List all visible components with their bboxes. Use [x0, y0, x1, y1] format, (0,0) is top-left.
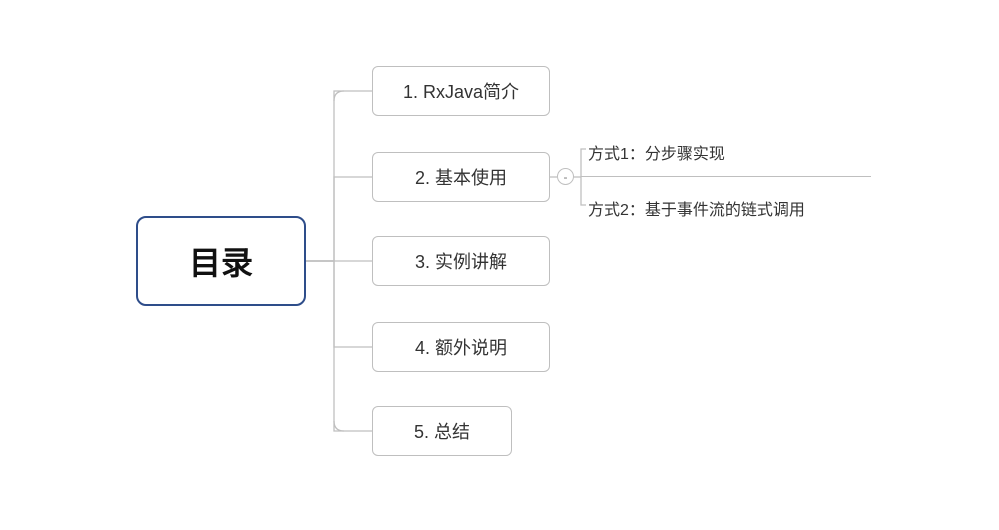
subnode-method1[interactable]: 方式1：分步骤实现	[588, 140, 725, 164]
node-label: 5. 总结	[414, 418, 470, 444]
node-label: 2. 基本使用	[415, 164, 507, 190]
subnode-method2[interactable]: 方式2：基于事件流的链式调用	[588, 196, 805, 220]
root-node[interactable]: 目录	[136, 216, 306, 306]
node-basic-usage[interactable]: 2. 基本使用	[372, 152, 550, 202]
node-label: 1. RxJava简介	[403, 78, 519, 104]
collapse-toggle[interactable]: -	[557, 168, 574, 185]
node-extra-notes[interactable]: 4. 额外说明	[372, 322, 550, 372]
node-summary[interactable]: 5. 总结	[372, 406, 512, 456]
minus-icon: -	[564, 171, 568, 183]
subnode-label: 方式2：基于事件流的链式调用	[588, 202, 805, 219]
node-label: 4. 额外说明	[415, 334, 507, 360]
sub-divider	[581, 176, 871, 177]
node-rxjava-intro[interactable]: 1. RxJava简介	[372, 66, 550, 116]
subnode-label: 方式1：分步骤实现	[588, 146, 725, 163]
mindmap-canvas: 目录 1. RxJava简介 2. 基本使用 3. 实例讲解 4. 额外说明 5…	[0, 0, 999, 530]
root-label: 目录	[189, 238, 253, 284]
node-label: 3. 实例讲解	[415, 248, 507, 274]
node-example[interactable]: 3. 实例讲解	[372, 236, 550, 286]
